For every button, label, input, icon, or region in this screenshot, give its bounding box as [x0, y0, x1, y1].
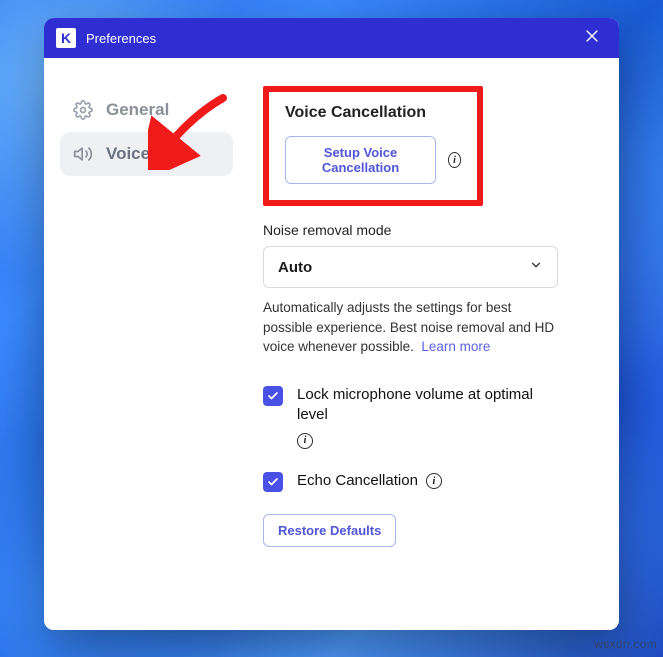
lock-mic-checkbox[interactable]	[263, 386, 283, 406]
preferences-window: K Preferences General Voice	[44, 18, 619, 630]
window-title: Preferences	[86, 31, 567, 46]
close-icon	[586, 29, 598, 47]
sidebar-item-label: General	[106, 100, 169, 120]
content-pane: Voice Cancellation Setup Voice Cancellat…	[249, 58, 619, 630]
chevron-down-icon	[529, 258, 543, 276]
lock-mic-row: Lock microphone volume at optimal level …	[263, 385, 563, 450]
sidebar-item-label: Voice	[106, 144, 150, 164]
setup-voice-cancellation-button[interactable]: Setup Voice Cancellation	[285, 136, 436, 184]
highlight-annotation: Voice Cancellation Setup Voice Cancellat…	[263, 86, 483, 206]
titlebar: K Preferences	[44, 18, 619, 58]
sidebar-item-general[interactable]: General	[60, 88, 233, 132]
close-button[interactable]	[577, 23, 607, 53]
sidebar: General Voice	[44, 58, 249, 630]
app-logo-icon: K	[56, 28, 76, 48]
info-icon[interactable]: i	[426, 473, 442, 489]
check-icon	[267, 390, 279, 402]
info-icon[interactable]: i	[297, 433, 313, 449]
echo-checkbox[interactable]	[263, 472, 283, 492]
noise-mode-value: Auto	[278, 259, 312, 276]
check-icon	[267, 476, 279, 488]
info-icon[interactable]: i	[448, 152, 461, 168]
echo-row: Echo Cancellation i	[263, 471, 563, 492]
noise-mode-label: Noise removal mode	[263, 222, 595, 238]
echo-label: Echo Cancellation i	[297, 471, 442, 491]
sidebar-item-voice[interactable]: Voice	[60, 132, 233, 176]
learn-more-link[interactable]: Learn more	[421, 339, 490, 354]
section-title: Voice Cancellation	[285, 104, 461, 122]
noise-mode-help: Automatically adjusts the settings for b…	[263, 298, 558, 357]
noise-mode-select[interactable]: Auto	[263, 246, 558, 288]
restore-defaults-button[interactable]: Restore Defaults	[263, 514, 396, 547]
gear-icon	[72, 100, 94, 120]
lock-mic-label: Lock microphone volume at optimal level …	[297, 385, 563, 450]
watermark: wsxdn.com	[594, 637, 657, 651]
speaker-icon	[72, 144, 94, 164]
